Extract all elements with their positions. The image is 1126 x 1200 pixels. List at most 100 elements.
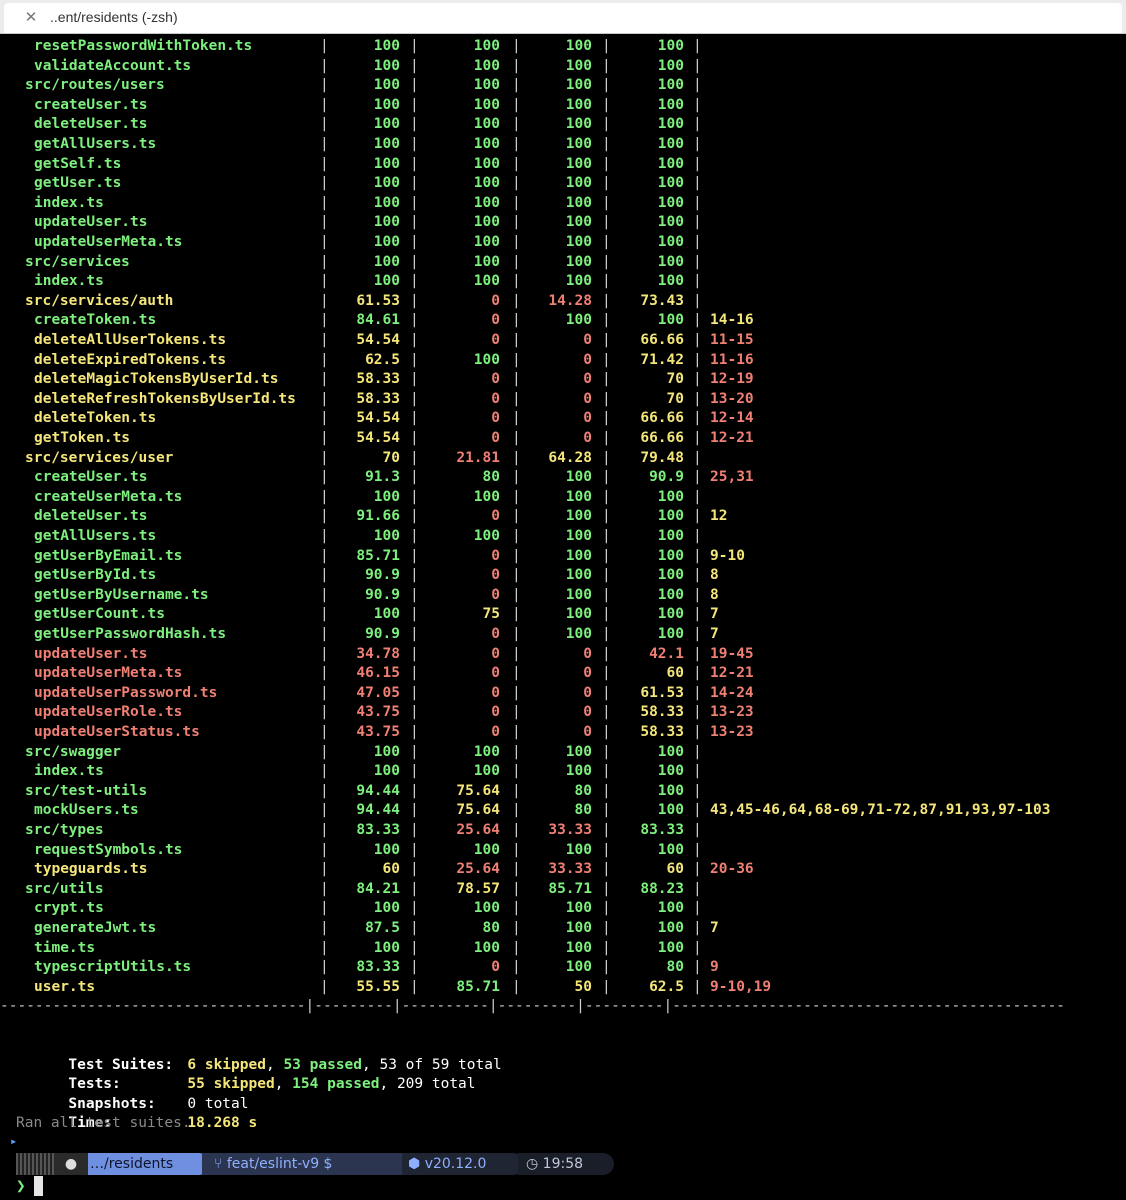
file-name: src/services/user: [25, 449, 174, 466]
close-icon[interactable]: ✕: [22, 7, 40, 27]
stmts-cell: 43.75: [356, 724, 400, 740]
branch-cell: 80: [482, 469, 500, 486]
terminal-output[interactable]: resetPasswordWithToken.ts 100 100 100 100 | | |…: [0, 34, 1126, 1200]
column-separator: |: [410, 488, 419, 505]
column-separator: |: [410, 96, 419, 113]
column-separator: |: [320, 430, 329, 446]
branch-cell: 25.64: [456, 822, 500, 838]
column-separator: |: [602, 273, 611, 290]
stmts-cell: 46.15: [356, 665, 400, 682]
column-separator: |: [320, 96, 329, 113]
column-separator: |: [693, 136, 702, 152]
branch-cell: 0: [491, 665, 500, 682]
lines-cell: 100: [657, 273, 684, 290]
column-separator: |: [693, 743, 702, 760]
table-footer-rule: -----------------------------------|----…: [0, 998, 1066, 1014]
funcs-cell: 100: [565, 312, 592, 329]
column-separator: |: [410, 312, 419, 329]
column-separator: |: [410, 665, 419, 682]
stmts-cell: 58.33: [356, 390, 400, 407]
node-icon: ⬢: [408, 1156, 425, 1172]
column-separator: |: [410, 861, 419, 878]
table-row: index.ts 100 100 100 100 | | | | |: [0, 194, 1126, 214]
file-name: deleteMagicTokensByUserId.ts: [34, 371, 279, 388]
lines-cell: 42.1: [649, 645, 684, 662]
column-separator: |: [320, 175, 329, 192]
column-separator: |: [602, 704, 611, 721]
column-separator: |: [410, 253, 419, 270]
column-separator: |: [320, 155, 329, 172]
apple-icon: ●: [54, 1153, 88, 1175]
uncovered-lines-cell: 12: [710, 508, 728, 525]
column-separator: |: [693, 939, 702, 956]
lines-cell: 60: [666, 861, 684, 878]
column-separator: |: [693, 312, 702, 329]
stmts-cell: 90.9: [365, 567, 400, 584]
column-separator: |: [410, 841, 419, 858]
branch-cell: 0: [491, 410, 500, 427]
funcs-cell: 0: [583, 351, 592, 368]
file-name: user.ts: [34, 978, 96, 995]
table-row: createUser.ts 100 100 100 100 | | | | |: [0, 96, 1126, 116]
column-separator: |: [320, 312, 329, 329]
lines-cell: 100: [657, 488, 684, 505]
column-separator: |: [693, 528, 702, 544]
column-separator: |: [602, 920, 611, 936]
lines-cell: 100: [657, 547, 684, 564]
funcs-cell: 100: [565, 841, 592, 858]
table-row: getUserCount.ts 100 75 100 100 7 | | | | |: [0, 605, 1126, 625]
branch-cell: 100: [473, 273, 500, 290]
column-separator: |: [693, 175, 702, 192]
branch-cell: 100: [473, 351, 500, 368]
column-separator: |: [512, 273, 521, 290]
table-row: deleteUser.ts 100 100 100 100 | | | | |: [0, 115, 1126, 135]
branch-cell: 0: [491, 430, 500, 446]
stmts-cell: 100: [373, 194, 400, 211]
branch-cell: 75: [482, 606, 500, 623]
stmts-cell: 94.44: [356, 782, 400, 799]
column-separator: |: [693, 38, 702, 54]
uncovered-lines-cell: 13-23: [710, 704, 754, 721]
column-separator: |: [693, 626, 702, 642]
column-separator: |: [602, 430, 611, 446]
table-row: deleteMagicTokensByUserId.ts 58.33 0 0 70 12-…: [0, 370, 1126, 390]
lines-cell: 66.66: [640, 410, 684, 427]
column-separator: |: [512, 920, 521, 936]
column-separator: |: [512, 351, 521, 368]
table-row: updateUserMeta.ts 100 100 100 100 | | | | |: [0, 233, 1126, 253]
branch-cell: 0: [491, 332, 500, 348]
uncovered-lines-cell: 7: [710, 920, 719, 936]
ran-all-message: Ran all test suites.: [16, 1115, 191, 1132]
branch-cell: 0: [491, 292, 500, 309]
branch-cell: 100: [473, 939, 500, 956]
column-separator: |: [512, 586, 521, 603]
column-separator: |: [320, 822, 329, 838]
column-separator: |: [410, 77, 419, 94]
table-row: getUser.ts 100 100 100 100 | | | | |: [0, 174, 1126, 194]
file-name: deleteUser.ts: [34, 116, 148, 133]
title-bar: ✕ ..ent/residents (-zsh): [0, 0, 1126, 34]
column-separator: |: [410, 586, 419, 603]
table-row: typescriptUtils.ts 83.33 0 100 80 9 | | | | |: [0, 958, 1126, 978]
column-separator: |: [320, 57, 329, 74]
column-separator: |: [693, 782, 702, 799]
column-separator: |: [512, 626, 521, 642]
terminal-tab[interactable]: ✕ ..ent/residents (-zsh): [4, 3, 1122, 33]
uncovered-lines-cell: 13-20: [710, 390, 754, 407]
file-name: deleteToken.ts: [34, 410, 157, 427]
stmts-cell: 34.78: [356, 645, 400, 662]
lines-cell: 100: [657, 606, 684, 623]
funcs-cell: 100: [565, 77, 592, 94]
file-name: updateUser.ts: [34, 214, 148, 231]
column-separator: |: [320, 292, 329, 309]
uncovered-lines-cell: 9-10,19: [710, 978, 772, 995]
column-separator: |: [320, 469, 329, 486]
lines-cell: 100: [657, 38, 684, 54]
table-row: user.ts 55.55 85.71 50 62.5 9-10,19 | | | | |: [0, 978, 1126, 998]
column-separator: |: [320, 38, 329, 54]
column-separator: |: [320, 665, 329, 682]
stmts-cell: 90.9: [365, 586, 400, 603]
column-separator: |: [602, 841, 611, 858]
stmts-cell: 100: [373, 96, 400, 113]
column-separator: |: [320, 645, 329, 662]
